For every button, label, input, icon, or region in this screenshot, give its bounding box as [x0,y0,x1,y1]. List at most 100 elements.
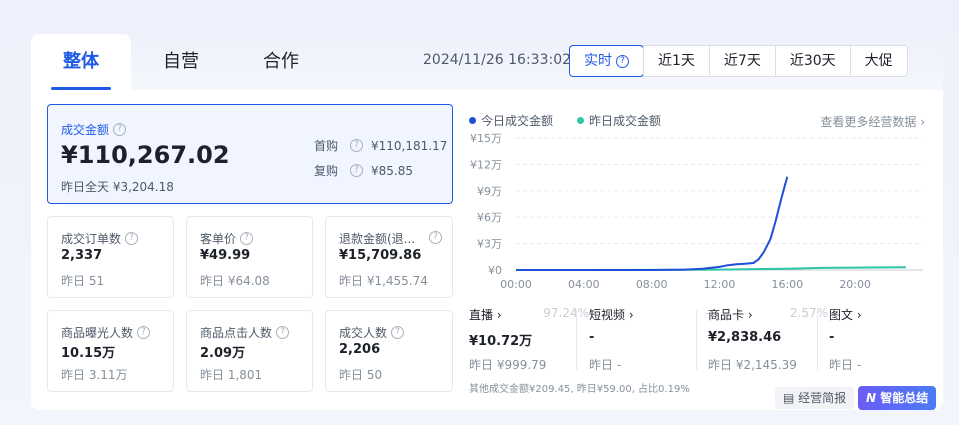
channel-name[interactable]: 图文 › [829,306,862,323]
help-icon[interactable]: ? [429,231,442,244]
metric-value: ¥49.99 [200,248,251,263]
tab-overall[interactable]: 整体 [31,34,131,90]
gmv-label: 成交金额 [61,123,110,137]
divider [696,310,697,370]
help-icon[interactable]: ? [391,326,405,339]
metric-card-avg-price[interactable]: 客单价? ¥49.99 昨日 ¥64.08 [186,216,313,298]
legend-yesterday-label: 昨日成交金额 [589,114,662,128]
help-icon[interactable]: ? [240,232,254,245]
help-icon[interactable]: ? [113,123,127,136]
channel-product-card: 商品卡 › 2.57% ¥2,838.46 昨日 ¥2,145.39 [708,306,828,376]
range-7day-button[interactable]: 近7天 [708,46,775,76]
channel-short-video: 短视频 › - - 昨日 - [589,306,709,376]
metric-value: 10.15万 [61,346,116,361]
repeat-purchase-row: 复购 ? ¥85.85 [314,162,413,179]
channel-yesterday: 昨日 - [589,358,622,372]
x-tick-label: 04:00 [568,278,600,291]
metric-yesterday: 昨日 1,801 [200,368,263,382]
channel-image-text: 图文 › - - 昨日 - [829,306,943,376]
metric-label: 商品曝光人数 [61,326,134,340]
help-icon[interactable]: ? [350,164,363,177]
dashboard-card: 整体 自营 合作 2024/11/26 16:33:02 实时 ? 近1天 近7… [31,34,943,410]
x-tick-label: 16:00 [771,278,803,291]
legend-yesterday[interactable]: 昨日成交金额 [577,112,661,129]
range-realtime-label: 实时 [584,53,612,69]
gmv-value: ¥110,267.02 [61,141,230,169]
help-icon[interactable]: ? [137,326,151,339]
metric-yesterday: 昨日 51 [61,274,105,288]
ai-logo-icon: N [866,391,877,405]
gmv-trend-chart: ¥0 ¥3万 ¥6万 ¥9万 ¥12万 ¥15万 00:00 04:00 08:00 12:00 1… [470,132,923,291]
channel-yesterday: 昨日 ¥999.79 [469,358,547,372]
repeat-purchase-label: 复购 [314,164,339,178]
channel-share: 2.57% [789,306,828,320]
first-purchase-row: 首购 ? ¥110,181.17 [314,137,447,154]
business-brief-button[interactable]: ▤ 经营简报 [775,387,855,409]
business-brief-label: 经营简报 [798,391,847,405]
divider [576,310,577,370]
channel-name[interactable]: 商品卡 › [708,306,753,323]
chart-legend: 今日成交金额 昨日成交金额 [469,112,661,129]
help-icon[interactable]: ? [350,139,363,152]
first-purchase-label: 首购 [314,139,339,153]
metric-label: 客单价 [200,232,237,246]
help-icon[interactable]: ? [616,54,629,68]
metric-card-clicks[interactable]: 商品点击人数? 2.09万 昨日 1,801 [186,310,313,392]
tab-cooperation[interactable]: 合作 [231,34,331,90]
help-icon[interactable]: ? [125,232,139,245]
metric-label: 商品点击人数 [200,326,273,340]
metric-label: 成交人数 [339,326,388,340]
channel-yesterday: 昨日 ¥2,145.39 [708,358,797,372]
y-tick-label: ¥3万 [477,238,502,251]
x-tick-label: 00:00 [500,278,532,291]
metric-card-orders[interactable]: 成交订单数? 2,337 昨日 51 [47,216,174,298]
gmv-yesterday: 昨日全天 ¥3,204.18 [61,180,174,194]
metric-yesterday: 昨日 ¥1,455.74 [339,274,428,288]
x-tick-label: 12:00 [704,278,736,291]
metric-yesterday: 昨日 ¥64.08 [200,274,270,288]
range-realtime-button[interactable]: 实时 ? [569,45,644,77]
gmv-label-group: 成交金额 ? [61,121,127,138]
x-tick-label: 08:00 [636,278,668,291]
x-tick-label: 20:00 [839,278,871,291]
channel-yesterday: 昨日 - [829,358,862,372]
legend-dot-icon [577,117,585,124]
first-purchase-value: ¥110,181.17 [371,138,448,153]
gmv-card[interactable]: 成交金额 ? ¥110,267.02 昨日全天 ¥3,204.18 首购 ? ¥… [47,104,453,204]
channel-share: 97.24% [543,306,589,320]
metric-value: 2,206 [339,342,381,357]
metric-card-refund[interactable]: 退款金额(退... ? ¥15,709.86 昨日 ¥1,455.74 [325,216,453,298]
document-icon: ▤ [783,391,795,405]
channel-name[interactable]: 短视频 › [589,306,634,323]
ai-summary-label: 智能总结 [880,391,929,405]
divider [817,310,818,370]
metric-yesterday: 昨日 50 [339,368,383,382]
legend-today[interactable]: 今日成交金额 [469,112,553,129]
channel-value: - [589,330,595,345]
channel-name[interactable]: 直播 › [469,306,502,323]
y-tick-label: ¥0 [488,264,502,277]
channel-value: ¥2,838.46 [708,330,782,345]
metric-value: ¥15,709.86 [339,248,422,263]
time-range-selector: 实时 ? 近1天 近7天 近30天 大促 [569,45,908,77]
ai-summary-button[interactable]: N 智能总结 [858,386,937,410]
metric-card-exposure[interactable]: 商品曝光人数? 10.15万 昨日 3.11万 [47,310,174,392]
y-tick-label: ¥6万 [477,211,502,224]
range-1day-button[interactable]: 近1天 [643,46,709,76]
update-timestamp: 2024/11/26 16:33:02 [423,52,572,68]
range-promo-button[interactable]: 大促 [849,46,907,76]
legend-dot-icon [469,117,476,124]
metric-card-buyers[interactable]: 成交人数? 2,206 昨日 50 [325,310,453,392]
channel-value: - [829,330,835,345]
tab-self-operated[interactable]: 自营 [131,34,231,90]
range-30day-button[interactable]: 近30天 [774,46,850,76]
metric-value: 2,337 [61,248,103,263]
channel-live: 直播 › 97.24% ¥10.72万 昨日 ¥999.79 [469,306,589,376]
y-tick-label: ¥12万 [470,158,502,171]
channel-value: ¥10.72万 [469,334,533,349]
metric-label: 成交订单数 [61,232,122,246]
other-gmv-note: 其他成交金额¥209.45, 昨日¥59.00, 占比0.19% [469,384,690,395]
help-icon[interactable]: ? [276,326,290,339]
y-tick-label: ¥9万 [477,185,502,198]
y-tick-label: ¥15万 [470,132,502,145]
